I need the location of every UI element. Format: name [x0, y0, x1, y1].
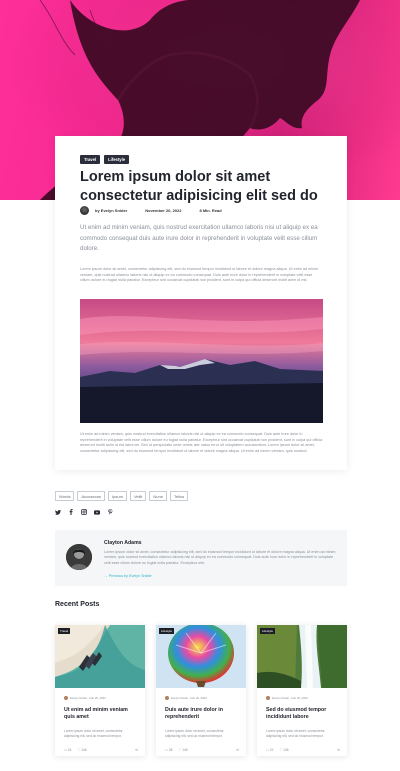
share-icon[interactable]: ⋖ [337, 747, 340, 752]
youtube-icon[interactable] [94, 509, 100, 515]
author-name[interactable]: Clayton Adams [104, 540, 142, 546]
tag-item[interactable]: Words [55, 491, 75, 501]
heart-icon[interactable]: ♡ 146 [77, 748, 86, 752]
author-bio: Lorem ipsum dolor sit amet, consectetur … [104, 550, 336, 565]
tag-item[interactable]: Veliit [129, 491, 147, 501]
post-meta: Evelyn Snider Feb 26, 2022 [266, 696, 308, 700]
article-lead: Ut enim ad minim veniam, quis nostrud ex… [80, 224, 318, 252]
article-card: Travel Lifestyle Lorem ipsum dolor sit a… [55, 136, 347, 470]
share-icon[interactable]: ⋖ [135, 747, 138, 752]
tag-item[interactable]: Accusecan [77, 491, 106, 501]
tag-item[interactable]: Tellus [169, 491, 189, 501]
tag-item[interactable]: Nune [149, 491, 167, 501]
author-more-link[interactable]: → Previous by Evelyn Snider [104, 574, 152, 578]
post-date: Feb 26, 2022 [291, 696, 308, 700]
post-title[interactable]: Ut enim ad minim veniam quis amet [64, 707, 138, 721]
article-author[interactable]: by Evelyn Snider [95, 208, 127, 213]
post-author-avatar [64, 696, 68, 700]
article-paragraph-2: Ut enim ad minim veniam, quis nostrud ex… [80, 432, 323, 454]
tag-lifestyle[interactable]: Lifestyle [104, 155, 130, 164]
post-excerpt: Lorem ipsum dolor sit amet, consectetur … [266, 729, 325, 738]
tag-travel[interactable]: Travel [80, 155, 101, 164]
share-icon[interactable]: ⋖ [236, 747, 239, 752]
post-author-avatar [165, 696, 169, 700]
post-excerpt: Lorem ipsum dolor sit amet, consectetur … [64, 729, 123, 738]
post-card[interactable]: Travel Evelyn Snider Feb 25, 2022 Ut eni… [55, 625, 145, 756]
post-image[interactable]: Lifestyle [257, 625, 347, 688]
post-likes: 146 [283, 747, 289, 752]
article-image [80, 299, 323, 423]
article-title: Lorem ipsum dolor sit amet consectetur a… [80, 169, 318, 204]
recent-posts-list: Travel Evelyn Snider Feb 25, 2022 Ut eni… [55, 625, 347, 756]
heart-icon[interactable]: ♡ 146 [178, 748, 187, 752]
post-author[interactable]: Evelyn Snider [171, 696, 188, 700]
post-stats: ▭ 24 ♡ 146 ⋖ [64, 747, 138, 752]
tag-item[interactable]: Ipsum [108, 491, 127, 501]
post-author-avatar [266, 696, 270, 700]
author-box: Clayton Adams Lorem ipsum dolor sit amet… [55, 530, 347, 586]
post-comments: 28 [168, 747, 173, 752]
post-comments: 22 [269, 747, 274, 752]
post-meta: Evelyn Snider Feb 26, 2022 [165, 696, 207, 700]
post-stats: ▭ 22 ♡ 146 ⋖ [266, 747, 340, 752]
comments-icon: ▭ 22 [266, 747, 274, 752]
heart-icon[interactable]: ♡ 146 [279, 748, 288, 752]
post-category[interactable]: Lifestyle [260, 628, 276, 634]
post-date: Feb 26, 2022 [190, 696, 207, 700]
comments-icon: ▭ 24 [64, 747, 72, 752]
instagram-icon[interactable] [81, 509, 87, 515]
post-likes: 146 [182, 747, 188, 752]
post-comments: 24 [67, 747, 72, 752]
post-image[interactable]: Travel [55, 625, 145, 688]
article-read-time: 8 Min. Read [199, 208, 222, 213]
post-date: Feb 25, 2022 [89, 696, 106, 700]
post-excerpt: Lorem ipsum dolor sit amet, consectetur … [165, 729, 224, 738]
pinterest-icon[interactable] [107, 509, 113, 515]
article-paragraph: Lorem ipsum dolor sit amet, consectetur … [80, 267, 319, 283]
article-meta: by Evelyn Snider November 20, 2022 8 Min… [80, 206, 234, 215]
article-tags: Travel Lifestyle [80, 155, 130, 164]
post-stats: ▭ 28 ♡ 146 ⋖ [165, 747, 239, 752]
post-image[interactable]: Lifestyle [156, 625, 246, 688]
post-author[interactable]: Evelyn Snider [70, 696, 87, 700]
post-title[interactable]: Sed do eiusmod tempor incididunt labore [266, 707, 340, 721]
facebook-icon[interactable] [68, 509, 74, 515]
twitter-icon[interactable] [55, 509, 61, 515]
post-meta: Evelyn Snider Feb 25, 2022 [64, 696, 106, 700]
article-date: November 20, 2022 [145, 208, 182, 213]
tag-list: Words Accusecan Ipsum Veliit Nune Tellus [55, 491, 189, 501]
comments-icon: ▭ 28 [165, 747, 173, 752]
author-photo [66, 544, 92, 570]
post-author[interactable]: Evelyn Snider [272, 696, 289, 700]
post-likes: 146 [81, 747, 87, 752]
recent-posts-heading: Recent Posts [55, 601, 100, 608]
post-card[interactable]: Lifestyle Evelyn Snider Feb 26, 2022 Sed… [257, 625, 347, 756]
social-share [55, 509, 113, 515]
post-category[interactable]: Travel [58, 628, 71, 634]
post-title[interactable]: Duis aute irure dolor in reprehenderit [165, 707, 239, 721]
post-card[interactable]: Lifestyle Evelyn Snider Feb 26, 2022 Dui… [156, 625, 246, 756]
post-category[interactable]: Lifestyle [159, 628, 175, 634]
author-avatar [80, 206, 89, 215]
